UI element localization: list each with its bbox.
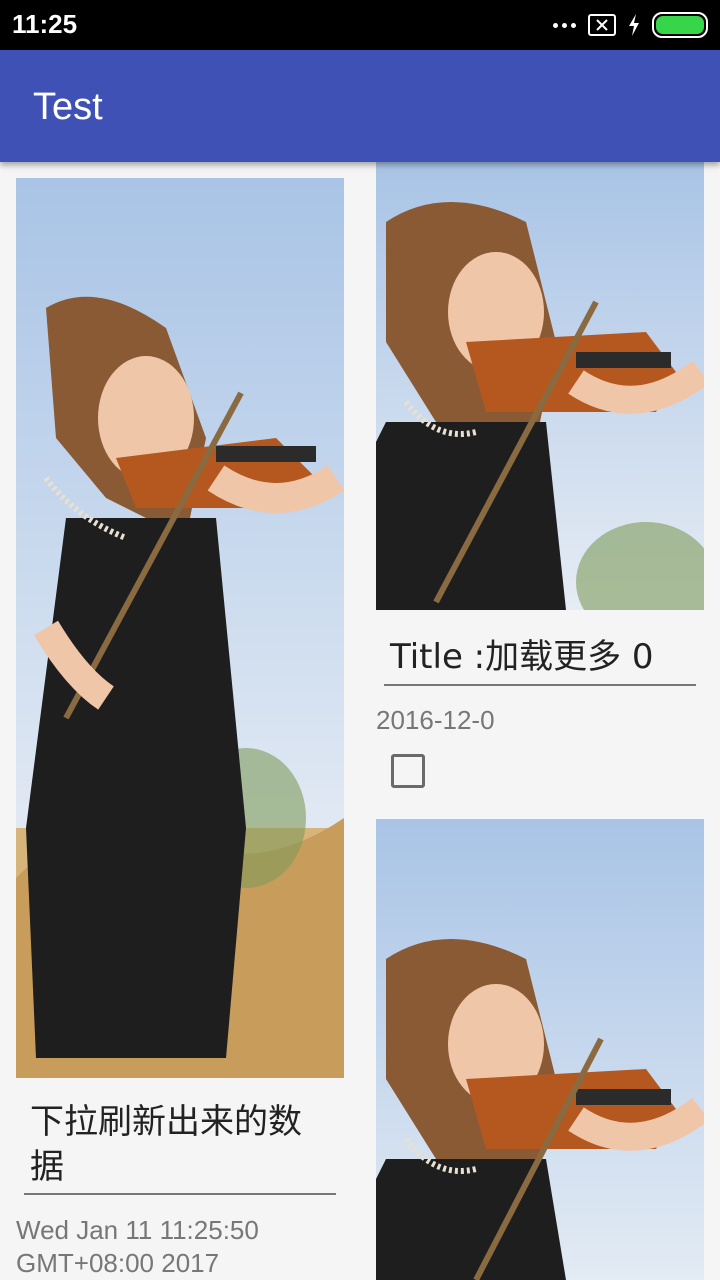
date-text-left: Wed Jan 11 11:25:50 GMT+08:00 2017 — [16, 1215, 259, 1278]
app-title: Test — [33, 86, 103, 128]
status-time: 11:25 — [12, 9, 78, 39]
more-dots-icon — [553, 22, 576, 28]
card-image-right-2[interactable] — [376, 819, 704, 1280]
charging-icon — [629, 14, 639, 36]
title-field-right[interactable]: Title :加载更多 0 — [384, 634, 696, 686]
app-bar: Test — [0, 50, 720, 162]
title-field-left[interactable]: 下拉刷新出来的数据 — [24, 1100, 336, 1195]
violinist-photo — [376, 819, 704, 1280]
card-image-right-1[interactable] — [376, 162, 704, 610]
violinist-photo — [376, 162, 704, 610]
sim-off-icon — [588, 14, 616, 36]
battery-icon — [652, 12, 708, 38]
violinist-photo — [16, 178, 344, 1078]
date-text-right: 2016-12-0 — [376, 705, 495, 735]
card-image-left[interactable] — [16, 178, 344, 1078]
status-bar: 11:25 — [0, 0, 720, 50]
status-icons — [553, 12, 708, 38]
item-checkbox[interactable] — [391, 754, 425, 788]
